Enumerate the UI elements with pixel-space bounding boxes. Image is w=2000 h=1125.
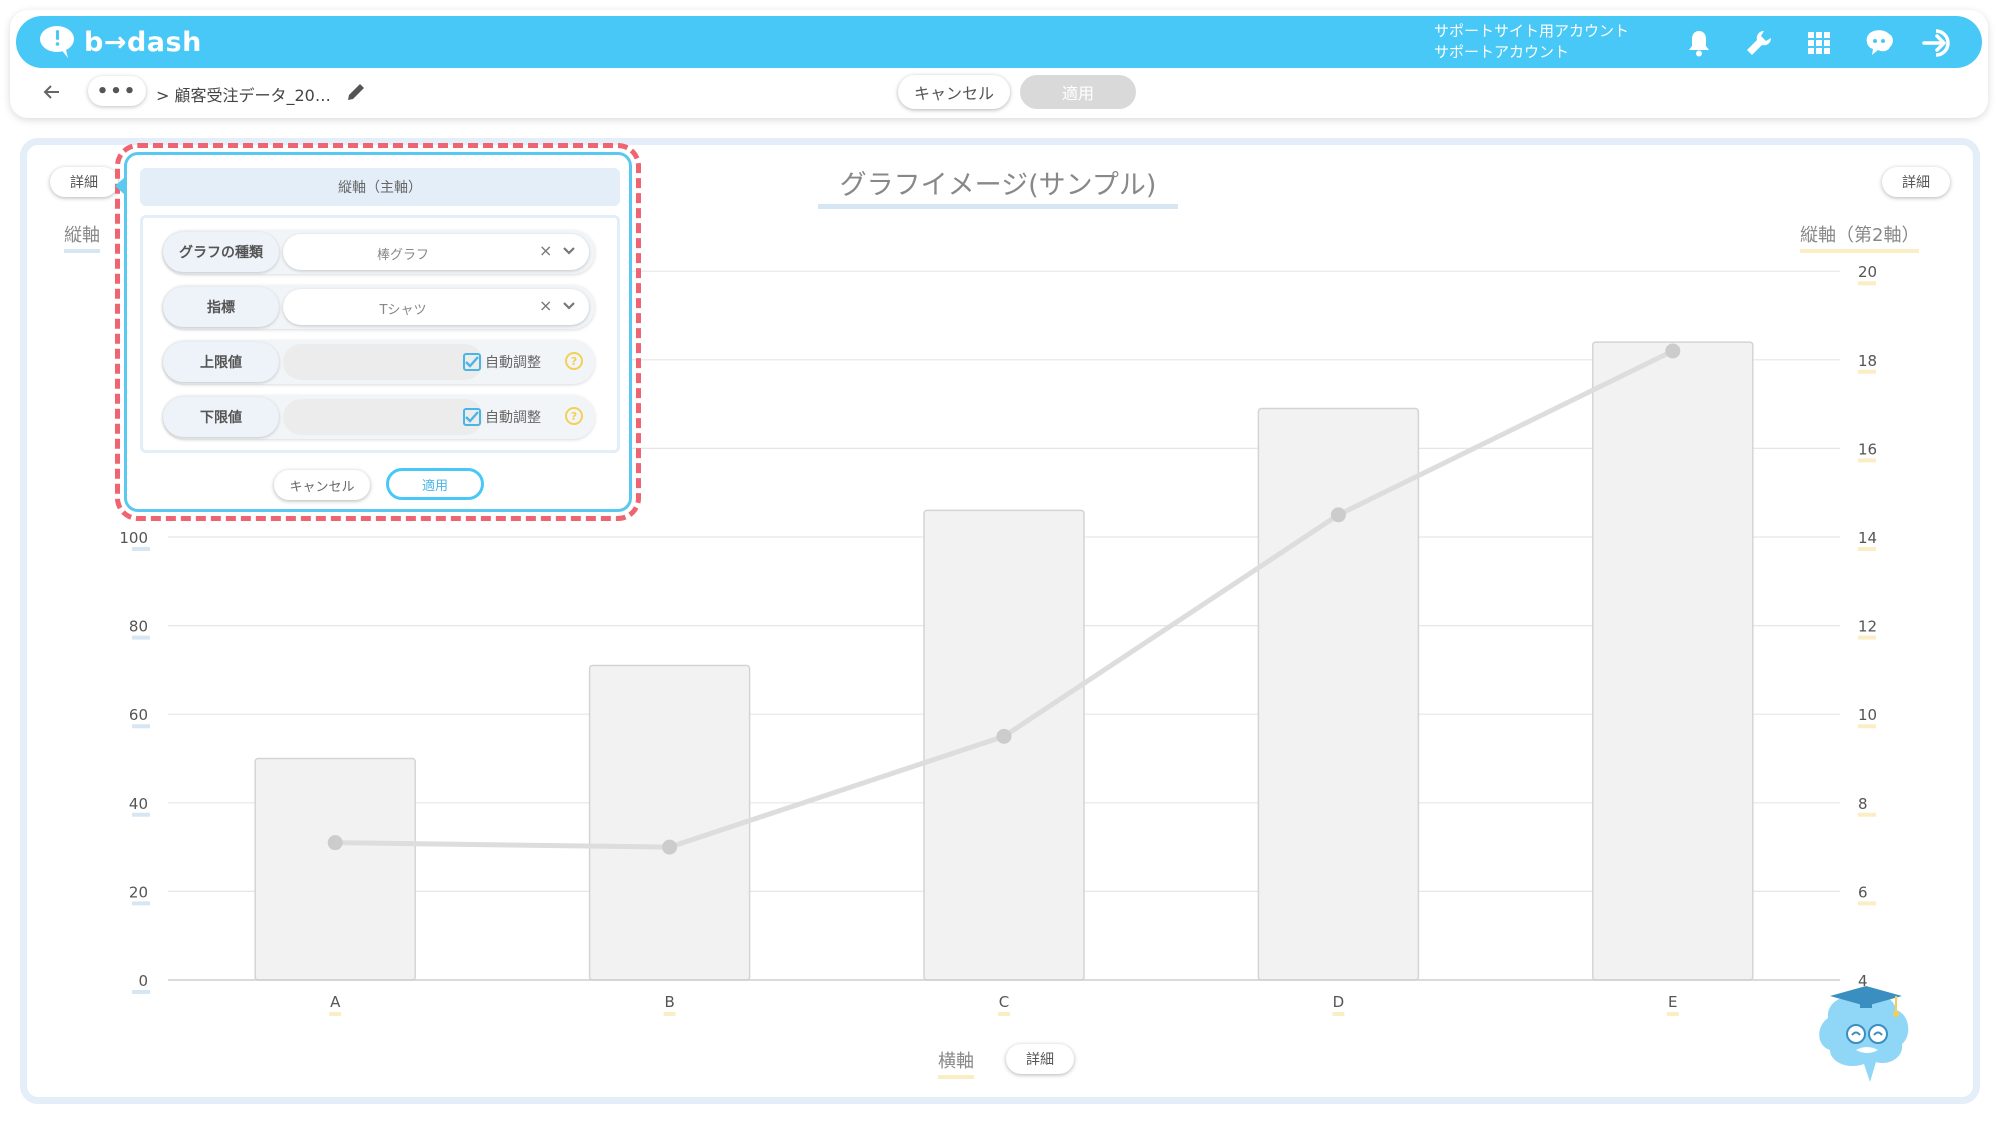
metric-label: 指標: [163, 287, 279, 327]
checkbox-checked-icon: [463, 408, 481, 426]
line-point: [996, 728, 1012, 744]
x-axis-tick-label: C: [999, 993, 1009, 1011]
chart-type-select[interactable]: 棒グラフ ×: [283, 234, 589, 270]
help-icon[interactable]: ?: [565, 352, 583, 370]
auto-adjust-label: 自動調整: [485, 355, 541, 371]
left-axis-tick-label: 20: [129, 883, 148, 901]
popup-cancel-button[interactable]: キャンセル: [274, 470, 370, 500]
metric-row: 指標 Tシャツ ×: [163, 285, 595, 329]
bar: [588, 664, 751, 981]
auto-adjust-label: 自動調整: [485, 410, 541, 426]
chevron-down-icon[interactable]: [559, 240, 579, 260]
mascot-brain-icon[interactable]: [1808, 978, 1918, 1088]
chart-type-label: グラフの種類: [163, 232, 279, 272]
lower-limit-input[interactable]: [283, 399, 483, 435]
line-point: [1330, 507, 1346, 523]
metric-value: Tシャツ: [379, 303, 427, 318]
right-axis-tick-label: 6: [1858, 883, 1868, 901]
right-axis-tick-label: 16: [1858, 440, 1877, 458]
chart-type-value: 棒グラフ: [376, 248, 429, 263]
lower-limit-auto-checkbox[interactable]: 自動調整: [463, 407, 541, 427]
right-axis-tick-label: 10: [1858, 706, 1877, 724]
upper-limit-label: 上限値: [163, 342, 279, 382]
clear-icon[interactable]: ×: [539, 241, 552, 260]
left-axis-tick-label: 80: [129, 618, 148, 636]
line-point: [662, 839, 678, 855]
right-axis-tick-label: 20: [1858, 263, 1877, 281]
popup-body: グラフの種類 棒グラフ × 指標 Tシャツ × 上限値 自動調整 ? 下限値 自…: [140, 215, 620, 453]
bar: [254, 757, 416, 981]
x-axis-tick-label: B: [664, 993, 674, 1011]
left-axis-tick-label: 40: [129, 795, 148, 813]
x-axis-tick-label: E: [1668, 993, 1677, 1011]
help-icon[interactable]: ?: [565, 407, 583, 425]
clear-icon[interactable]: ×: [539, 296, 552, 315]
right-axis-tick-label: 14: [1858, 529, 1877, 547]
line-point: [1665, 343, 1681, 359]
bar: [1257, 407, 1420, 981]
popup-title: 縦軸（主軸）: [140, 168, 620, 206]
line-point: [327, 835, 343, 851]
upper-limit-row: 上限値 自動調整 ?: [163, 340, 595, 384]
left-axis-tick-label: 100: [119, 529, 148, 547]
popup-pointer: [115, 177, 125, 195]
axis-settings-popup: 縦軸（主軸） グラフの種類 棒グラフ × 指標 Tシャツ × 上限値 自動調整: [115, 143, 641, 521]
bar: [923, 509, 1085, 981]
chart-type-row: グラフの種類 棒グラフ ×: [163, 230, 595, 274]
popup-apply-button[interactable]: 適用: [386, 468, 484, 500]
chevron-down-icon[interactable]: [559, 295, 579, 315]
upper-limit-input[interactable]: [283, 344, 483, 380]
bar: [1592, 341, 1754, 981]
checkbox-checked-icon: [463, 353, 481, 371]
x-axis-tick-label: A: [330, 993, 341, 1011]
left-axis-tick-label: 60: [129, 706, 148, 724]
x-axis-tick-label: D: [1333, 993, 1345, 1011]
right-axis-tick-label: 18: [1858, 352, 1877, 370]
right-axis-tick-label: 8: [1858, 795, 1868, 813]
upper-limit-auto-checkbox[interactable]: 自動調整: [463, 352, 541, 372]
left-axis-tick-label: 0: [138, 972, 148, 990]
lower-limit-row: 下限値 自動調整 ?: [163, 395, 595, 439]
lower-limit-label: 下限値: [163, 397, 279, 437]
right-axis-tick-label: 12: [1858, 618, 1877, 636]
metric-select[interactable]: Tシャツ ×: [283, 289, 589, 325]
